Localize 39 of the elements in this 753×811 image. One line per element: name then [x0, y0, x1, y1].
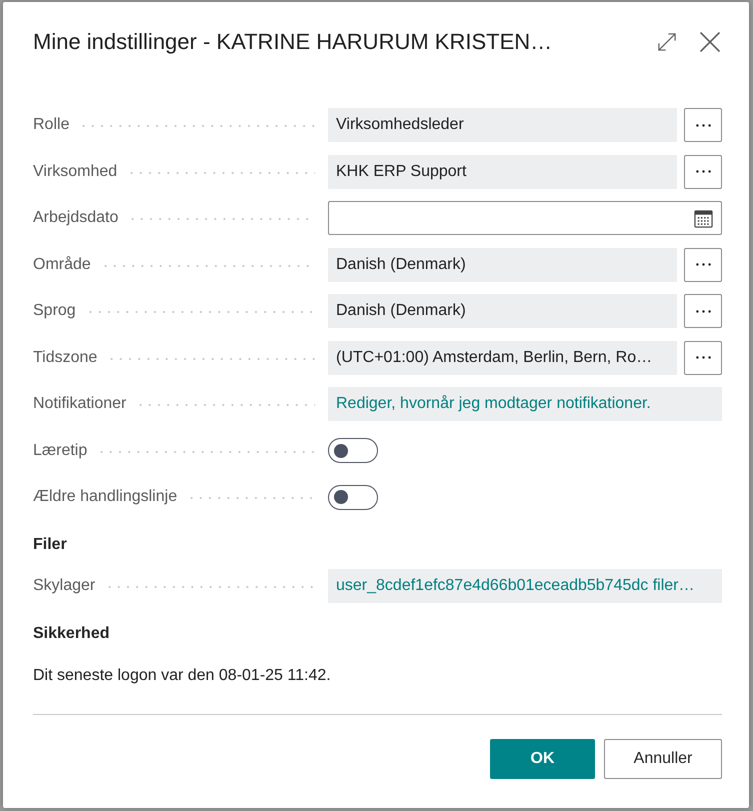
lookup-button[interactable]	[684, 294, 722, 328]
close-icon[interactable]	[700, 32, 720, 52]
section-heading: Filer	[33, 535, 68, 555]
text-field[interactable]: (UTC+01:00) Amsterdam, Berlin, Bern, Ro…	[328, 340, 677, 374]
more-icon	[696, 356, 710, 359]
text-field[interactable]: KHK ERP Support	[328, 154, 677, 188]
field-label: Notifikationer	[33, 395, 126, 413]
toggle-switch[interactable]	[328, 438, 378, 463]
lookup-button[interactable]	[684, 154, 722, 188]
field-label: Virksomhed	[33, 162, 118, 180]
field-link[interactable]: user_8cdef1efc87e4d66b01eceadb5b745dc filer…	[336, 576, 694, 594]
lookup-button[interactable]	[684, 340, 722, 374]
text-field[interactable]: Danish (Denmark)	[328, 294, 677, 328]
field-label: Ældre handlingslinje	[33, 488, 178, 506]
field-label: Arbejdsdato	[33, 209, 118, 227]
field-label: Skylager	[33, 576, 96, 594]
lookup-button[interactable]	[684, 108, 722, 142]
field-label: Sprog	[33, 302, 76, 320]
more-icon	[696, 170, 710, 173]
toggle-switch[interactable]	[328, 484, 378, 510]
field-label: Område	[33, 256, 91, 274]
more-icon	[696, 310, 710, 312]
more-icon	[696, 124, 710, 126]
section-heading: Sikkerhed	[33, 624, 110, 644]
text-field[interactable]: Danish (Denmark)	[328, 248, 677, 282]
more-icon	[696, 263, 710, 266]
info-text: Dit seneste logon var den 08-01-25 11:42.	[33, 667, 332, 685]
field-label: Rolle	[33, 116, 70, 134]
text-field[interactable]: Virksomhedsleder	[328, 108, 677, 142]
cancel-button[interactable]: Annuller	[604, 739, 722, 779]
lookup-button[interactable]	[684, 248, 722, 282]
field-label: Læretip	[33, 442, 88, 460]
calendar-icon[interactable]	[694, 208, 713, 228]
field-label: Tidszone	[33, 348, 98, 366]
field-link[interactable]: Rediger, hvornår jeg modtager notifikationer.	[336, 395, 651, 413]
expand-icon[interactable]	[658, 33, 676, 51]
ok-button[interactable]: OK	[490, 739, 595, 779]
date-field[interactable]	[328, 201, 722, 235]
dialog-title: Mine indstillinger - KATRINE HARURUM KRISTEN…	[33, 29, 554, 55]
